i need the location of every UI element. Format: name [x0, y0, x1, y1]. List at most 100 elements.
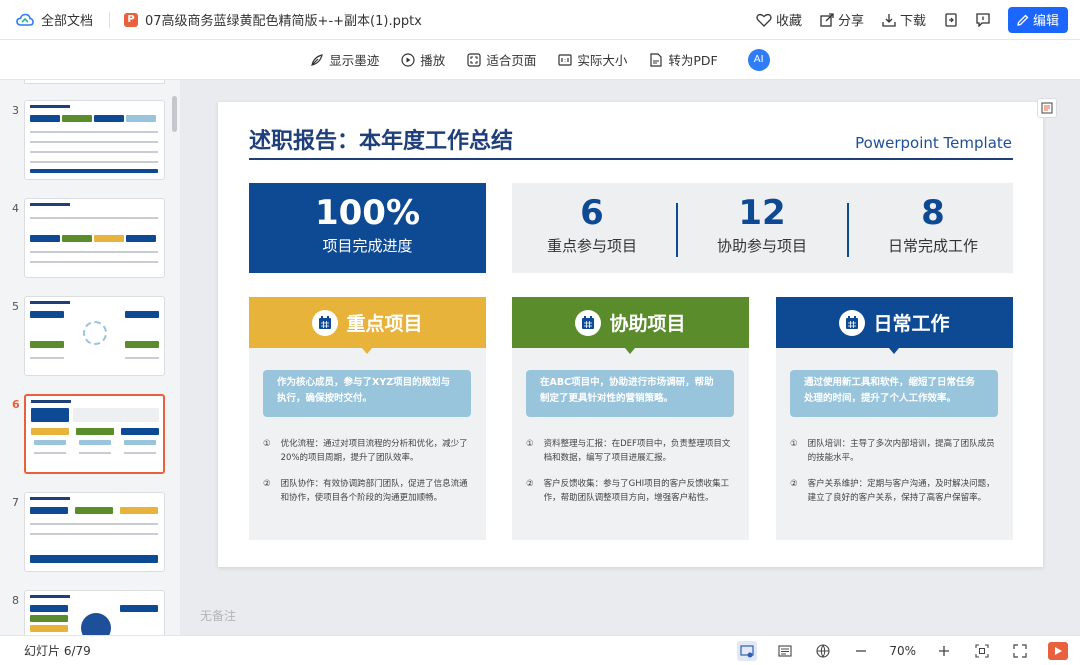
- notes-toggle-button[interactable]: [737, 640, 758, 661]
- slide-thumbnail-panel: 3 4 5 6 7 8: [0, 80, 180, 635]
- current-slide[interactable]: 述职报告：本年度工作总结 Powerpoint Template 100% 项目…: [218, 102, 1043, 567]
- card-description: 作为核心成员，参与了XYZ项目的规划与执行，确保按时交付。: [263, 370, 471, 417]
- thumbnail-number: 7: [12, 496, 19, 509]
- convert-pdf-button[interactable]: 转为PDF: [649, 50, 718, 69]
- ppt-file-icon: P: [124, 12, 139, 27]
- actual-size-label: 实际大小: [577, 53, 628, 68]
- play-label: 播放: [420, 53, 446, 68]
- convert-pdf-label: 转为PDF: [668, 53, 718, 68]
- card-title: 协助项目: [609, 313, 686, 335]
- slide-thumbnail[interactable]: [24, 492, 165, 572]
- slide-thumbnail-current[interactable]: [24, 394, 165, 474]
- fit-page-label: 适合页面: [486, 53, 537, 68]
- share-label: 分享: [837, 14, 864, 29]
- file-name: 07高级商务蓝绿黄配色精简版+-+副本(1).pptx: [145, 14, 422, 29]
- zoom-in-button[interactable]: [934, 641, 954, 661]
- list-item: ① 优化流程：通过对项目流程的分析和优化，减少了20%的项目周期，提升了团队效率。: [263, 439, 468, 464]
- card-header: 重点项目: [249, 297, 486, 348]
- fullscreen-button[interactable]: [1010, 641, 1030, 661]
- play-button[interactable]: 播放: [401, 50, 445, 69]
- slide-thumbnail[interactable]: [24, 296, 165, 376]
- card-title: 重点项目: [346, 313, 423, 335]
- card-header: 协助项目: [512, 297, 749, 348]
- notes-placeholder[interactable]: 无备注: [200, 607, 236, 624]
- minus-icon: [856, 649, 867, 652]
- web-view-button[interactable]: [813, 641, 833, 661]
- download-label: 下载: [899, 14, 926, 29]
- favorite-button[interactable]: 收藏: [756, 10, 802, 29]
- play-icon: [1055, 646, 1062, 655]
- slide-thumbnail[interactable]: [24, 590, 165, 635]
- show-ink-button[interactable]: 显示墨迹: [310, 50, 379, 69]
- zoom-out-button[interactable]: [851, 641, 871, 661]
- thumbnail-scrollbar[interactable]: [172, 96, 177, 132]
- status-bar: 幻灯片 6/79 70%: [0, 635, 1080, 665]
- thumbnail-partial[interactable]: [24, 80, 165, 84]
- fit-page-icon: [467, 52, 481, 67]
- actual-size-icon: [558, 53, 572, 66]
- fullscreen-icon: [1013, 643, 1027, 658]
- stat-label: 日常完成工作: [887, 237, 978, 255]
- play-circle-icon: [401, 52, 415, 67]
- list-item: ① 团队培训：主导了多次内部培训，提高了团队成员的技能水平。: [790, 439, 995, 464]
- completion-value: 100%: [314, 193, 421, 233]
- cloud-icon: [16, 13, 34, 26]
- card-daily-work: 日常工作 通过使用新工具和软件，缩短了日常任务处理的时间，提升了个人工作效率。 …: [776, 297, 1013, 540]
- ai-assistant-button[interactable]: AI: [747, 48, 770, 71]
- slide-counter: 幻灯片 6/79: [24, 644, 91, 658]
- stat-divider: [847, 203, 849, 257]
- card-pointer: [889, 348, 899, 354]
- download-icon: [882, 13, 896, 27]
- all-documents-link[interactable]: 全部文档: [0, 10, 93, 29]
- thumbnail-number: 6: [12, 398, 20, 411]
- stat-value: 6: [580, 193, 604, 233]
- slideshow-button[interactable]: [1048, 641, 1068, 660]
- stat-value: 8: [921, 193, 945, 233]
- edit-label: 编辑: [1032, 14, 1059, 29]
- pencil-icon: [1017, 14, 1029, 26]
- card-header: 日常工作: [776, 297, 1013, 348]
- comment-button[interactable]: [976, 12, 990, 27]
- fit-window-icon: [975, 643, 989, 658]
- card-pointer: [625, 348, 635, 354]
- extract-text-button[interactable]: [1037, 98, 1057, 118]
- card-item-list: ① 团队培训：主导了多次内部培训，提高了团队成员的技能水平。 ② 客户关系维护：定期…: [790, 437, 1000, 517]
- fit-window-button[interactable]: [972, 641, 992, 661]
- comment-icon: [976, 12, 990, 27]
- calendar-icon: [839, 309, 866, 336]
- zoom-level[interactable]: 70%: [889, 644, 916, 658]
- list-item: ② 团队协作：有效协调跨部门团队，促进了信息流通和协作，使项目各个阶段的沟通更加顺…: [263, 479, 468, 504]
- stat-assist-projects: 12 协助参与项目: [682, 183, 842, 273]
- card-assist-projects: 协助项目 在ABC项目中，协助进行市场调研，帮助制定了更具针对性的营销策略。 ①…: [512, 297, 749, 540]
- outline-view-button[interactable]: [775, 641, 795, 661]
- actual-size-button[interactable]: 实际大小: [558, 50, 627, 69]
- stat-divider: [676, 203, 678, 257]
- slide-thumbnail[interactable]: [24, 198, 165, 278]
- card-description: 通过使用新工具和软件，缩短了日常任务处理的时间，提升了个人工作效率。: [790, 370, 998, 417]
- plus-icon: [939, 645, 949, 656]
- card-description: 在ABC项目中，协助进行市场调研，帮助制定了更具针对性的营销策略。: [526, 370, 734, 417]
- extract-text-icon: [1041, 102, 1053, 114]
- stat-label: 重点参与项目: [546, 237, 637, 255]
- stat-label: 协助参与项目: [716, 237, 807, 255]
- open-in-icon: [945, 12, 957, 27]
- list-item: ① 资料整理与汇报：在DEF项目中，负责整理项目文档和数据，编写了项目进展汇报。: [526, 439, 731, 464]
- calendar-icon: [312, 309, 339, 336]
- title-rule: [249, 158, 1013, 160]
- edit-button[interactable]: 编辑: [1008, 6, 1068, 33]
- slide-subtitle: Powerpoint Template: [855, 134, 1012, 152]
- all-documents-label: 全部文档: [41, 14, 94, 29]
- top-bar: 全部文档 P 07高级商务蓝绿黄配色精简版+-+副本(1).pptx 收藏 分享…: [0, 0, 1080, 40]
- slide-thumbnail[interactable]: [24, 100, 165, 180]
- stats-panel: 6 重点参与项目 12 协助参与项目 8 日常完成工作: [512, 183, 1013, 273]
- divider: [109, 11, 111, 28]
- share-button[interactable]: 分享: [820, 10, 864, 29]
- card-pointer: [362, 348, 372, 354]
- list-item: ② 客户反馈收集：参与了GHI项目的客户反馈收集工作，帮助团队调整项目方向，增强客…: [526, 479, 730, 504]
- stat-daily-work: 8 日常完成工作: [853, 183, 1013, 273]
- completion-stat: 100% 项目完成进度: [249, 183, 486, 273]
- download-button[interactable]: 下载: [882, 10, 926, 29]
- fit-page-button[interactable]: 适合页面: [467, 50, 536, 69]
- open-in-new-button[interactable]: [944, 12, 958, 27]
- feather-icon: [311, 53, 324, 66]
